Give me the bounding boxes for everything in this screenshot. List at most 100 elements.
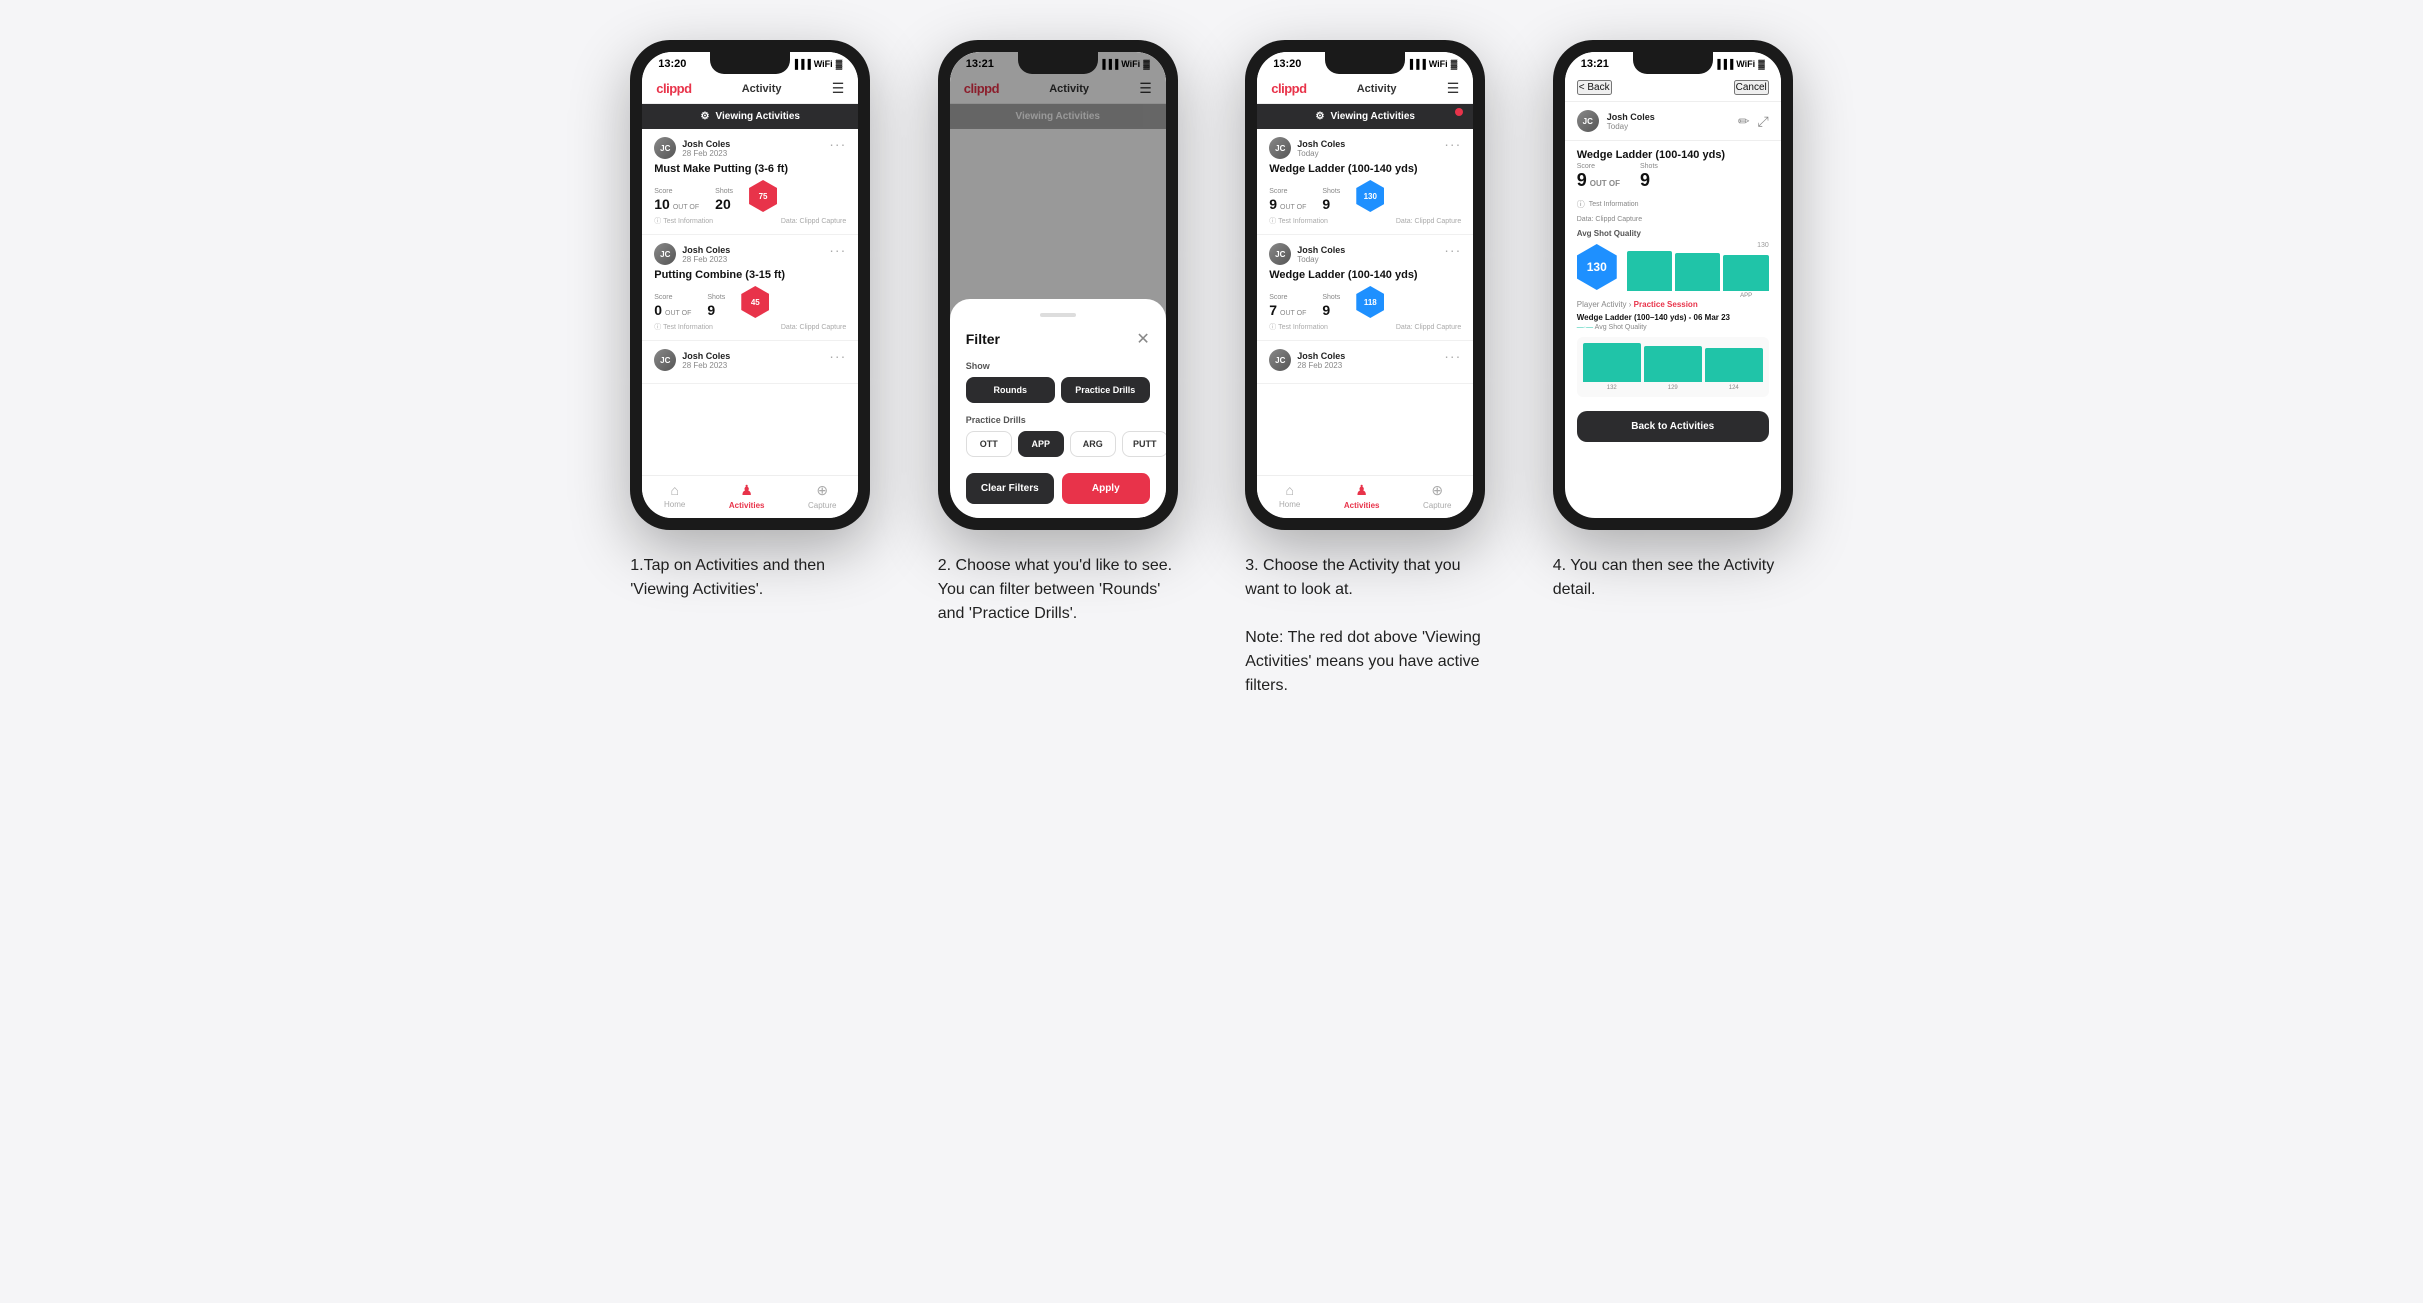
card-header-1-3: JC Josh Coles 28 Feb 2023 ··· — [654, 349, 846, 371]
session-bars-4 — [1583, 343, 1763, 382]
filter-sheet-2: Filter ✕ Show Rounds Practice Drills Pra… — [950, 299, 1166, 518]
nav-capture-1[interactable]: ⊕ Capture — [808, 482, 836, 510]
nav-activities-3[interactable]: ♟ Activities — [1344, 482, 1380, 510]
arg-button[interactable]: ARG — [1070, 431, 1116, 457]
drills-button[interactable]: Practice Drills — [1061, 377, 1150, 403]
user-info-3-2: JC Josh Coles Today — [1269, 243, 1345, 265]
score-label-3-1: Score — [1269, 188, 1306, 195]
activities-icon-1: ♟ — [740, 482, 753, 499]
session-prefix-4: Player Activity — [1577, 300, 1627, 309]
shots-value-3-1: 9 — [1322, 196, 1340, 212]
expand-icon-4[interactable]: ⤢ — [1758, 113, 1769, 130]
detail-drill-title-4: Wedge Ladder (100-140 yds) — [1577, 149, 1769, 161]
user-meta-3-3: Josh Coles 28 Feb 2023 — [1297, 351, 1345, 370]
activity-card-1-3[interactable]: JC Josh Coles 28 Feb 2023 ··· — [642, 341, 858, 384]
detail-user-info-4: JC Josh Coles Today — [1577, 110, 1655, 132]
activities-label-3: Activities — [1344, 501, 1380, 510]
app-header-1: clippd Activity ☰ — [642, 74, 858, 104]
time-3: 13:20 — [1273, 58, 1301, 70]
activity-card-1-1[interactable]: JC Josh Coles 28 Feb 2023 ··· Must Make … — [642, 129, 858, 235]
more-dots-3-1[interactable]: ··· — [1444, 137, 1461, 151]
nav-home-1[interactable]: ⌂ Home — [664, 482, 685, 510]
app-button[interactable]: APP — [1018, 431, 1064, 457]
viewing-banner-1[interactable]: ⚙ Viewing Activities — [642, 104, 858, 129]
more-dots-1-3[interactable]: ··· — [829, 349, 846, 363]
quality-badge-3-1: 130 — [1356, 180, 1384, 212]
card-footer-1-2: ⓘ Test Information Data: Clippd Capture — [654, 322, 846, 332]
chart-bar-1 — [1627, 251, 1672, 291]
score-of-3-1: OUT OF — [1280, 204, 1306, 211]
avatar-1-1: JC — [654, 137, 676, 159]
shots-label-1-1: Shots — [715, 188, 733, 195]
shots-val-4: 9 — [1640, 170, 1658, 191]
menu-icon-1[interactable]: ☰ — [832, 80, 845, 97]
wifi-icon-3: WiFi — [1429, 59, 1448, 69]
avg-quality-title-4: Avg Shot Quality — [1577, 229, 1769, 238]
footer-left-1-2: ⓘ Test Information — [654, 322, 713, 332]
practice-filter-row-2: OTT APP ARG PUTT — [966, 431, 1150, 457]
user-name-1-2: Josh Coles — [682, 245, 730, 255]
quality-badge-3-2: 118 — [1356, 286, 1384, 318]
footer-right-1-2: Data: Clippd Capture — [781, 322, 846, 332]
ott-button[interactable]: OTT — [966, 431, 1012, 457]
shots-label-1-2: Shots — [707, 294, 725, 301]
chart-bar-3 — [1723, 255, 1768, 291]
sheet-handle-2 — [1040, 313, 1076, 317]
clear-filters-button[interactable]: Clear Filters — [966, 473, 1054, 504]
card-title-1-1: Must Make Putting (3-6 ft) — [654, 163, 846, 175]
more-dots-3-3[interactable]: ··· — [1444, 349, 1461, 363]
app-title-1: Activity — [742, 83, 782, 95]
putt-button[interactable]: PUTT — [1122, 431, 1166, 457]
score-stat-3-2: Score 7 OUT OF — [1269, 294, 1306, 318]
apply-button[interactable]: Apply — [1062, 473, 1150, 504]
nav-home-3[interactable]: ⌂ Home — [1279, 482, 1300, 510]
close-filter-button[interactable]: ✕ — [1136, 329, 1149, 349]
nav-activities-1[interactable]: ♟ Activities — [729, 482, 765, 510]
quality-badge-1-2: 45 — [741, 286, 769, 318]
cancel-button-4[interactable]: Cancel — [1734, 80, 1769, 95]
activity-card-1-2[interactable]: JC Josh Coles 28 Feb 2023 ··· Putting Co… — [642, 235, 858, 341]
user-date-1-1: 28 Feb 2023 — [682, 149, 730, 158]
user-info-1-1: JC Josh Coles 28 Feb 2023 — [654, 137, 730, 159]
user-meta-1-1: Josh Coles 28 Feb 2023 — [682, 139, 730, 158]
phone-3-inner: 13:20 ▐▐▐ WiFi ▓ clippd Activity ☰ ⚙ Vie… — [1257, 52, 1473, 518]
back-to-activities-button[interactable]: Back to Activities — [1577, 411, 1769, 442]
user-meta-1-3: Josh Coles 28 Feb 2023 — [682, 351, 730, 370]
wifi-icon-4: WiFi — [1736, 59, 1755, 69]
activity-card-3-1[interactable]: JC Josh Coles Today ··· Wedge Ladder (10… — [1257, 129, 1473, 235]
phone-2-inner: 13:21 ▐▐▐ WiFi ▓ clippd Activity ☰ Viewi… — [950, 52, 1166, 518]
footer-right-1-1: Data: Clippd Capture — [781, 216, 846, 226]
activity-card-3-2[interactable]: JC Josh Coles Today ··· Wedge Ladder (10… — [1257, 235, 1473, 341]
session-drill-4: Wedge Ladder (100–140 yds) - 06 Mar 23 — [1577, 313, 1769, 322]
detail-user-date-4: Today — [1607, 122, 1655, 131]
capture-label-3: Capture — [1423, 501, 1451, 510]
session-link-4[interactable]: Practice Session — [1634, 300, 1698, 309]
menu-icon-3[interactable]: ☰ — [1447, 80, 1460, 97]
battery-icon-3: ▓ — [1451, 59, 1458, 69]
avatar-3-3: JC — [1269, 349, 1291, 371]
user-name-3-2: Josh Coles — [1297, 245, 1345, 255]
score-col-4: Score 9 OUT OF — [1577, 163, 1620, 191]
card-title-3-1: Wedge Ladder (100-140 yds) — [1269, 163, 1461, 175]
more-dots-3-2[interactable]: ··· — [1444, 243, 1461, 257]
viewing-banner-3[interactable]: ⚙ Viewing Activities — [1257, 104, 1473, 129]
nav-capture-3[interactable]: ⊕ Capture — [1423, 482, 1451, 510]
score-lbl-4: Score — [1577, 163, 1620, 170]
card-title-3-2: Wedge Ladder (100-140 yds) — [1269, 269, 1461, 281]
activity-card-3-3[interactable]: JC Josh Coles 28 Feb 2023 ··· — [1257, 341, 1473, 384]
app-header-3: clippd Activity ☰ — [1257, 74, 1473, 104]
session-avg-4: —·— Avg Shot Quality — [1577, 324, 1769, 331]
more-dots-1-2[interactable]: ··· — [829, 243, 846, 257]
session-chart-4: 132 129 124 — [1577, 337, 1769, 397]
edit-icon-4[interactable]: ✏ — [1738, 113, 1750, 130]
user-meta-3-2: Josh Coles Today — [1297, 245, 1345, 264]
rounds-button[interactable]: Rounds — [966, 377, 1055, 403]
notch-2 — [1018, 52, 1098, 74]
detail-user-meta-4: Josh Coles Today — [1607, 112, 1655, 131]
back-button-4[interactable]: < Back — [1577, 80, 1612, 95]
more-dots-1-1[interactable]: ··· — [829, 137, 846, 151]
user-name-1-3: Josh Coles — [682, 351, 730, 361]
chart-labels-4: APP — [1627, 293, 1769, 299]
user-info-1-2: JC Josh Coles 28 Feb 2023 — [654, 243, 730, 265]
user-date-1-2: 28 Feb 2023 — [682, 255, 730, 264]
